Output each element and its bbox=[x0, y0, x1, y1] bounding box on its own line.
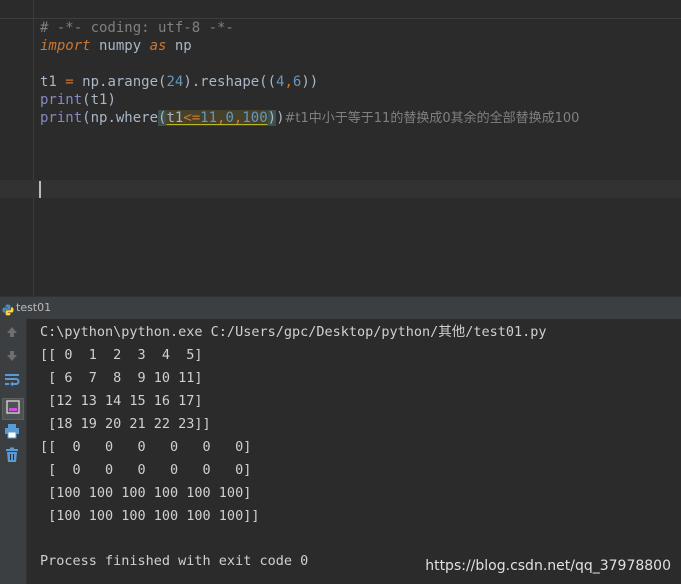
print-button[interactable] bbox=[2, 423, 22, 443]
code-line-5[interactable]: print(t1) bbox=[40, 91, 116, 109]
down-button[interactable] bbox=[2, 347, 22, 367]
soft-wrap-button[interactable] bbox=[2, 372, 22, 392]
python-icon bbox=[2, 301, 14, 316]
code-line-2[interactable]: import numpy as np bbox=[40, 37, 192, 55]
inline-comment: #t1中小于等于11的替换成0其余的全部替换成100 bbox=[284, 111, 580, 126]
where-arguments: t1<=11,0,100 bbox=[166, 110, 268, 126]
run-console-output[interactable]: C:\python\python.exe C:/Users/gpc/Deskto… bbox=[27, 319, 681, 584]
console-command-line: C:\python\python.exe C:/Users/gpc/Deskto… bbox=[40, 324, 547, 340]
reshape-call: ).reshape(( bbox=[183, 74, 277, 90]
arg-number: 11 bbox=[200, 110, 218, 126]
code-editor[interactable]: # -*- coding: utf-8 -*- import numpy as … bbox=[0, 0, 681, 296]
builtin-print: print bbox=[40, 92, 83, 108]
console-output-line: [[ 0 0 0 0 0 0] bbox=[40, 439, 252, 455]
editor-gutter-divider bbox=[33, 0, 34, 296]
run-tab-test01[interactable]: test01 bbox=[16, 300, 51, 316]
module-name: numpy bbox=[90, 38, 150, 54]
console-output-line: [18 19 20 21 22 23]] bbox=[40, 416, 211, 432]
soft-wrap-icon bbox=[4, 372, 20, 392]
scroll-to-end-button[interactable] bbox=[2, 398, 24, 420]
blog-watermark: https://blog.csdn.net/qq_37978800 bbox=[425, 558, 671, 574]
comma: , bbox=[284, 74, 293, 90]
console-output-line: [12 13 14 15 16 17] bbox=[40, 393, 203, 409]
arrow-up-icon bbox=[5, 324, 19, 343]
code-line-6[interactable]: print(np.where(t1<=11,0,100))#t1中小于等于11的… bbox=[40, 109, 579, 127]
matched-paren-close: ) bbox=[267, 110, 277, 126]
number-literal: 24 bbox=[166, 74, 184, 90]
trash-icon bbox=[4, 447, 20, 467]
console-output-line: [100 100 100 100 100 100] bbox=[40, 485, 252, 501]
console-output-line: [ 0 0 0 0 0 0] bbox=[40, 462, 252, 478]
console-output-line: [[ 0 1 2 3 4 5] bbox=[40, 347, 203, 363]
keyword-import: import bbox=[40, 38, 91, 54]
coding-comment: # -*- coding: utf-8 -*- bbox=[40, 20, 234, 36]
close-parens: )) bbox=[301, 74, 319, 90]
arg-number: 100 bbox=[242, 110, 268, 126]
assign-operator: = bbox=[65, 74, 74, 90]
code-line-1[interactable]: # -*- coding: utf-8 -*- bbox=[40, 19, 234, 37]
keyword-as: as bbox=[149, 38, 167, 54]
scroll-to-end-icon bbox=[5, 399, 21, 419]
where-call: (np.where bbox=[82, 110, 159, 126]
text-caret bbox=[39, 181, 41, 198]
run-toolbar bbox=[0, 319, 27, 584]
rerun-up-button[interactable] bbox=[2, 323, 22, 343]
arg-operator: <= bbox=[183, 110, 201, 126]
current-line-highlight bbox=[0, 180, 681, 198]
arrow-down-icon bbox=[5, 348, 19, 367]
variable-t1: t1 bbox=[40, 74, 66, 90]
close-paren: ) bbox=[276, 110, 285, 126]
console-output-line: [ 6 7 8 9 10 11] bbox=[40, 370, 203, 386]
console-output-line: [100 100 100 100 100 100]] bbox=[40, 508, 260, 524]
arg-number: 0 bbox=[225, 110, 234, 126]
print-args: (t1) bbox=[82, 92, 116, 108]
code-line-4[interactable]: t1 = np.arange(24).reshape((4,6)) bbox=[40, 73, 318, 91]
clear-all-button[interactable] bbox=[2, 447, 22, 467]
console-exit-status: Process finished with exit code 0 bbox=[40, 553, 309, 569]
print-icon bbox=[4, 423, 20, 443]
arange-call: np.arange( bbox=[73, 74, 167, 90]
run-tab-bar: test01 bbox=[0, 296, 681, 320]
builtin-print: print bbox=[40, 110, 83, 126]
module-alias: np bbox=[166, 38, 192, 54]
arg-variable: t1 bbox=[166, 110, 184, 126]
